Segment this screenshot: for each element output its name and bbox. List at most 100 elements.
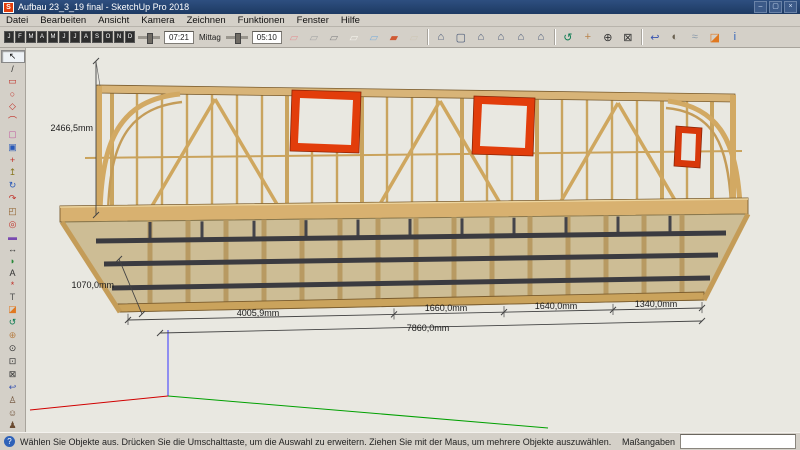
model-canvas[interactable]: 2466,5mm 1070,0mm 4005,9mm 1660,0mm 7860…: [26, 48, 800, 432]
menu-bar: DateiBearbeitenAnsichtKameraZeichnenFunk…: [0, 14, 800, 27]
textured-icon[interactable]: ▰: [384, 28, 404, 47]
shadow-time-slider[interactable]: [138, 36, 160, 39]
front-view-icon[interactable]: ⌂: [471, 28, 491, 47]
scene-tab-7[interactable]: J: [70, 31, 80, 43]
previous-view-icon[interactable]: ↩: [645, 28, 665, 47]
menu-funktionen[interactable]: Funktionen: [232, 14, 291, 27]
circle-tool-icon[interactable]: ○: [1, 88, 25, 100]
text-tool-icon[interactable]: A: [1, 267, 25, 279]
shadow-date-slider[interactable]: [226, 36, 248, 39]
axes-tool-icon[interactable]: *: [1, 279, 25, 291]
wireframe-icon[interactable]: ▱: [324, 28, 344, 47]
zoom-extents-tool-icon[interactable]: ⊠: [1, 368, 25, 381]
menu-ansicht[interactable]: Ansicht: [92, 14, 135, 27]
dimension-tool-icon[interactable]: ↔: [1, 243, 25, 255]
model-viewport[interactable]: 2466,5mm 1070,0mm 4005,9mm 1660,0mm 7860…: [26, 48, 800, 432]
rotate-tool-icon[interactable]: ↻: [1, 179, 25, 192]
help-icon[interactable]: ?: [4, 436, 15, 447]
polygon-tool-icon[interactable]: ◇: [1, 100, 25, 113]
arc-tool-icon[interactable]: ⌒: [1, 113, 25, 128]
window-controls: –▢×: [754, 1, 800, 13]
section-plane-tool-icon[interactable]: ◪: [1, 303, 25, 316]
maximize-icon[interactable]: ▢: [769, 1, 782, 13]
scene-tab-9[interactable]: S: [92, 31, 102, 43]
right-view-icon[interactable]: ⌂: [491, 28, 511, 47]
measurements-input[interactable]: [680, 434, 796, 449]
tape-measure-tool-icon[interactable]: ▬: [1, 231, 25, 243]
scene-tab-8[interactable]: A: [81, 31, 91, 43]
scene-tab-1[interactable]: J: [4, 31, 14, 43]
scene-tab-10[interactable]: O: [103, 31, 113, 43]
shaded-icon[interactable]: ▱: [364, 28, 384, 47]
pan-tool-icon[interactable]: ⊕: [1, 329, 25, 342]
window-title: Aufbau 23_3_19 final - SketchUp Pro 2018: [18, 2, 189, 12]
section-plane-icon[interactable]: ◪: [705, 28, 725, 47]
scene-tab-6[interactable]: J: [59, 31, 69, 43]
scene-tab-5[interactable]: M: [48, 31, 58, 43]
push-pull-tool-icon[interactable]: ↥: [1, 166, 25, 179]
main-toolbar: JFMAMJJASOND 07:21 Mittag 05:10 ▱▱▱▱▱▰▱⌂…: [0, 27, 800, 48]
close-icon[interactable]: ×: [784, 1, 797, 13]
fog-icon[interactable]: ≈: [685, 28, 705, 47]
model-info-icon[interactable]: i: [725, 28, 745, 47]
minimize-icon[interactable]: –: [754, 1, 767, 13]
menu-kamera[interactable]: Kamera: [135, 14, 180, 27]
back-view-icon[interactable]: ⌂: [511, 28, 531, 47]
shadow-noon-label: Mittag: [199, 33, 221, 42]
line-tool-icon[interactable]: /: [1, 63, 25, 75]
back-edges-icon[interactable]: ▱: [304, 28, 324, 47]
follow-me-tool-icon[interactable]: ↷: [1, 192, 25, 205]
orbit-icon[interactable]: ↺: [558, 28, 578, 47]
scene-tab-12[interactable]: D: [125, 31, 135, 43]
walk-tool-icon[interactable]: ♟: [1, 419, 25, 432]
menu-zeichnen[interactable]: Zeichnen: [181, 14, 232, 27]
scale-tool-icon[interactable]: ◰: [1, 205, 25, 218]
look-around-tool-icon[interactable]: ☺: [1, 407, 25, 419]
scene-tabs: JFMAMJJASOND: [4, 31, 136, 43]
zoom-window-tool-icon[interactable]: ⊡: [1, 355, 25, 368]
zoom-tool-icon[interactable]: ⊙: [1, 342, 25, 355]
iso-view-icon[interactable]: ⌂: [431, 28, 451, 47]
scene-tab-4[interactable]: A: [37, 31, 47, 43]
toolbar-separator: [641, 29, 642, 45]
protractor-tool-icon[interactable]: ◗: [1, 255, 25, 267]
pan-icon[interactable]: +: [578, 28, 598, 47]
dim-seg4-label: 1340,0mm: [635, 299, 678, 309]
move-tool-icon[interactable]: +: [1, 154, 25, 166]
dim-seg2-label: 1660,0mm: [425, 303, 468, 313]
position-camera-tool-icon[interactable]: ♙: [1, 394, 25, 407]
sketchup-logo-icon: S: [3, 2, 14, 13]
toolbar-separator: [554, 29, 555, 45]
shadows-icon[interactable]: ◐: [665, 28, 685, 47]
zoom-extents-icon[interactable]: ⊠: [618, 28, 638, 47]
menu-datei[interactable]: Datei: [0, 14, 34, 27]
top-view-icon[interactable]: ▢: [451, 28, 471, 47]
scene-tab-3[interactable]: M: [26, 31, 36, 43]
drawing-axes: [30, 330, 548, 428]
select-tool-icon[interactable]: ↖: [1, 50, 25, 63]
dim-seg3-label: 1640,0mm: [535, 301, 578, 311]
measurements-label: Maßangaben: [622, 437, 675, 447]
zoom-icon[interactable]: ⊕: [598, 28, 618, 47]
shadow-date-field[interactable]: 05:10: [252, 31, 282, 44]
scene-tab-11[interactable]: N: [114, 31, 124, 43]
monochrome-icon[interactable]: ▱: [404, 28, 424, 47]
menu-bearbeiten[interactable]: Bearbeiten: [34, 14, 92, 27]
timber-frame-model[interactable]: [60, 85, 748, 312]
orbit-tool-icon[interactable]: ↺: [1, 316, 25, 329]
shadow-time-field[interactable]: 07:21: [164, 31, 194, 44]
offset-tool-icon[interactable]: ◎: [1, 218, 25, 231]
hidden-line-icon[interactable]: ▱: [344, 28, 364, 47]
left-view-icon[interactable]: ⌂: [531, 28, 551, 47]
rectangle-tool-icon[interactable]: ▭: [1, 75, 25, 88]
eraser-tool-icon[interactable]: ▢: [1, 128, 25, 141]
tool-palette: ↖/▭○◇⌒▢▣+↥↻↷◰◎▬↔◗A*T◪↺⊕⊙⊡⊠↩♙☺♟: [0, 48, 26, 432]
xray-mode-icon[interactable]: ▱: [284, 28, 304, 47]
previous-view-tool-icon[interactable]: ↩: [1, 381, 25, 394]
paint-bucket-tool-icon[interactable]: ▣: [1, 141, 25, 154]
3d-text-tool-icon[interactable]: T: [1, 291, 25, 303]
scene-tab-2[interactable]: F: [15, 31, 25, 43]
skylight-frames[interactable]: [290, 90, 702, 168]
menu-hilfe[interactable]: Hilfe: [335, 14, 366, 27]
menu-fenster[interactable]: Fenster: [291, 14, 335, 27]
